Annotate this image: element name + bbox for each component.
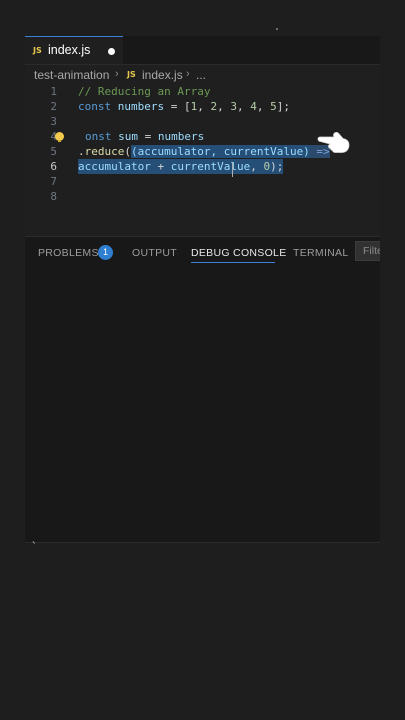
tab-bar: JS index.js [25, 36, 380, 65]
tab-debug-console[interactable]: DEBUG CONSOLE [191, 247, 287, 259]
active-tab-indicator [191, 262, 275, 263]
code-text: .reduce((accumulator, currentValue) => [78, 144, 330, 159]
line-number: 1 [50, 85, 57, 98]
line-number: 6 [50, 160, 57, 173]
code-text: onst sum = numbers [85, 129, 204, 144]
filter-placeholder: Filte [363, 245, 380, 257]
chevron-right-icon: › [115, 68, 119, 80]
code-number: 5 [270, 100, 277, 113]
tab-problems[interactable]: PROBLEMS [38, 247, 99, 259]
code-line[interactable]: 8 [25, 189, 380, 204]
selected-code: accumulator + currentValue, 0); [78, 159, 284, 174]
debug-console-output[interactable] [25, 271, 380, 542]
line-number: 2 [50, 100, 57, 113]
breadcrumb-folder[interactable]: test-animation [34, 68, 109, 82]
code-function: reduce [84, 145, 125, 158]
lightbulb-icon[interactable] [55, 132, 64, 142]
js-file-icon: JS [127, 70, 136, 79]
top-strip [0, 0, 405, 36]
problems-count-badge: 1 [98, 245, 113, 260]
line-number: 7 [50, 175, 57, 188]
line-number: 8 [50, 190, 57, 203]
code-punct: + [150, 160, 171, 173]
screen: JS index.js test-animation › JS index.js… [0, 0, 405, 720]
code-punct: , [217, 100, 231, 113]
line-number: 5 [50, 145, 57, 158]
dot-mark [276, 28, 278, 30]
code-variable: accumulator [78, 160, 151, 173]
code-punct: , [197, 100, 211, 113]
tab-output[interactable]: OUTPUT [132, 247, 177, 259]
filter-input[interactable]: Filte [355, 241, 380, 261]
code-line-active[interactable]: 6 accumulator + currentValue, 0); [25, 159, 380, 174]
breadcrumb: test-animation › JS index.js › ... [25, 65, 380, 85]
breadcrumb-more[interactable]: ... [196, 68, 206, 82]
code-number: 3 [230, 100, 237, 113]
code-variable: numbers [117, 100, 165, 113]
code-punct: = [138, 130, 158, 143]
panel-tab-bar: PROBLEMS 1 OUTPUT DEBUG CONSOLE TERMINAL… [25, 237, 380, 271]
js-file-icon: JS [33, 46, 42, 55]
tab-terminal[interactable]: TERMINAL [293, 247, 349, 259]
code-keyword: onst [85, 130, 112, 143]
code-punct: ( [124, 145, 131, 158]
code-comment: // Reducing an Array [78, 85, 211, 98]
line-number: 3 [50, 115, 57, 128]
code-variable: sum [118, 130, 138, 143]
code-punct: , [250, 160, 264, 173]
console-bottom-divider [25, 542, 380, 543]
code-line[interactable]: 7 [25, 174, 380, 189]
code-punct: , [236, 100, 251, 113]
code-number: 4 [250, 100, 257, 113]
breadcrumb-file[interactable]: index.js [142, 68, 183, 82]
code-punct: ]; [276, 100, 290, 113]
selected-code: (accumulator, currentValue) [131, 145, 310, 158]
code-variable: currentValue [170, 160, 251, 173]
pointing-hand-icon [317, 131, 350, 153]
code-punct: = [ [164, 100, 191, 113]
code-variable: numbers [157, 130, 205, 143]
chevron-right-icon: › [186, 68, 190, 80]
unsaved-dot-icon[interactable] [108, 48, 115, 55]
code-keyword: const [78, 100, 112, 113]
code-editor[interactable]: 1 // Reducing an Array 2 const numbers =… [25, 84, 380, 234]
tab-index-js[interactable]: JS index.js [25, 36, 123, 64]
code-punct: , [256, 100, 271, 113]
editor-window: JS index.js test-animation › JS index.js… [25, 36, 380, 542]
tab-label: index.js [48, 43, 91, 57]
code-punct: ); [270, 160, 284, 173]
text-cursor [232, 163, 233, 177]
code-punct: . [78, 145, 85, 158]
line-number: 4 [50, 130, 57, 143]
code-line[interactable]: 1 // Reducing an Array [25, 84, 380, 99]
console-prompt[interactable]: ` [31, 540, 38, 553]
code-text: const numbers = [1, 2, 3, 4, 5]; [78, 99, 290, 114]
code-line[interactable]: 2 const numbers = [1, 2, 3, 4, 5]; [25, 99, 380, 114]
